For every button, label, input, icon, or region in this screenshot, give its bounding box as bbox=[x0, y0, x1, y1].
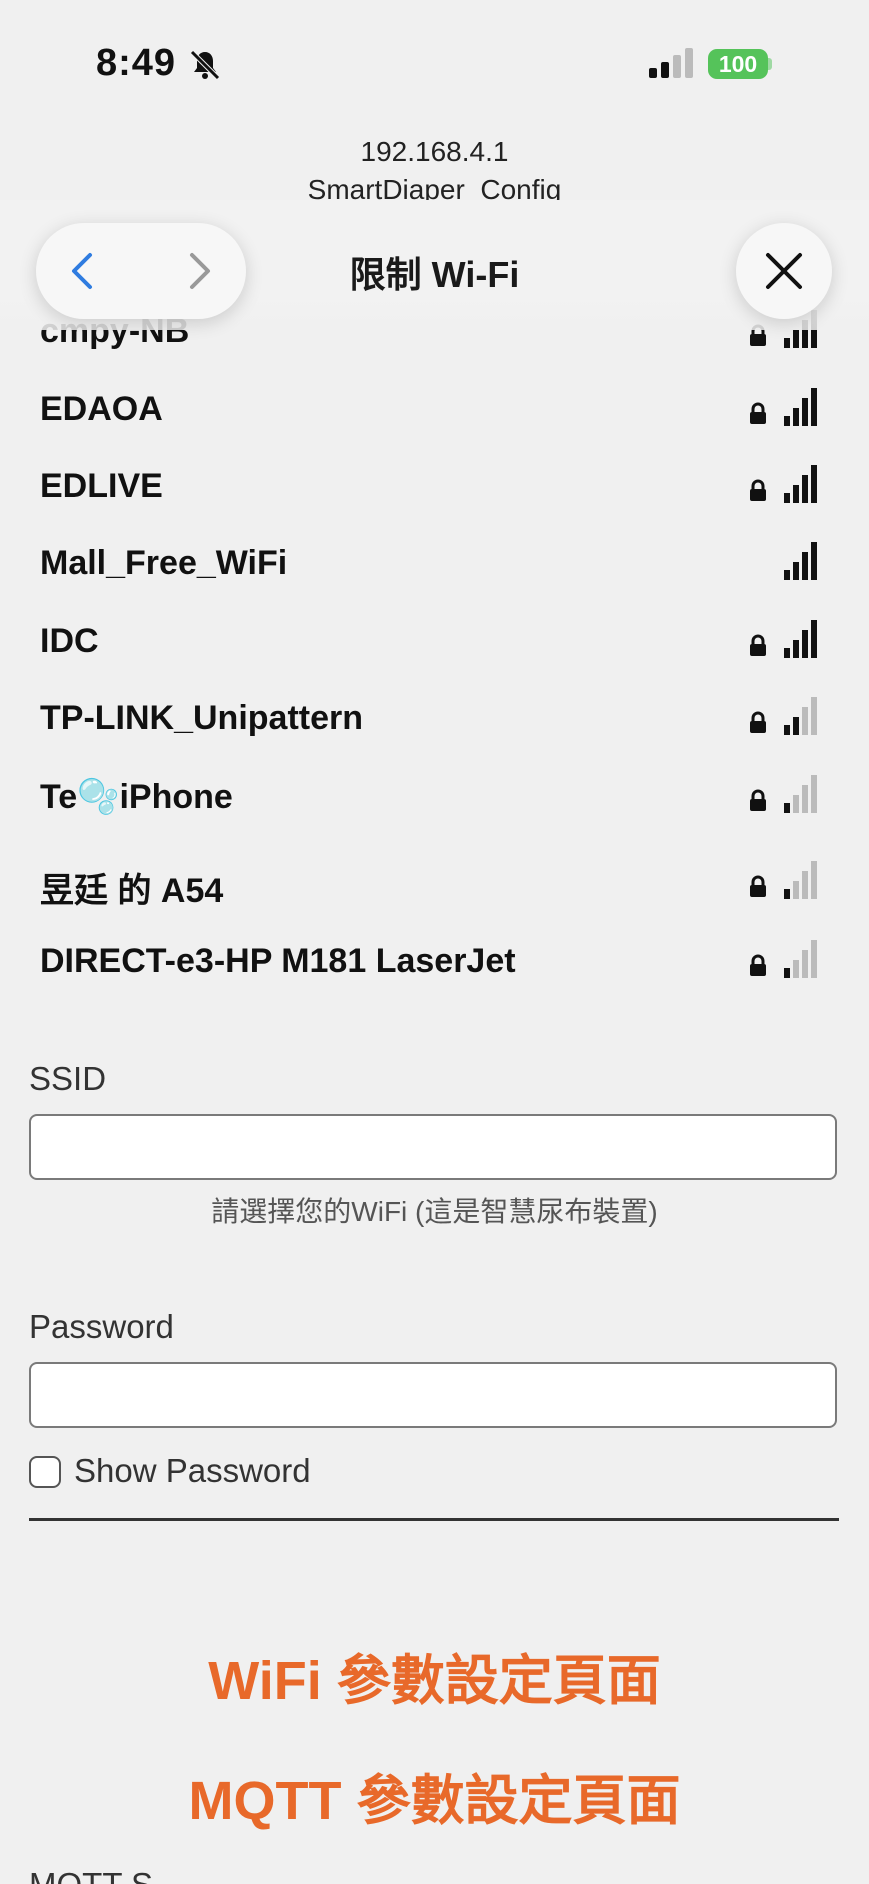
signal-strength-icon bbox=[784, 861, 817, 899]
mqtt-settings-link[interactable]: MQTT 參數設定頁面 bbox=[0, 1756, 869, 1835]
url-page-title: SmartDiaper_Config bbox=[307, 174, 562, 200]
show-password-label[interactable]: Show Password bbox=[74, 1452, 311, 1490]
wifi-network-name: IDC bbox=[40, 622, 99, 660]
lock-icon bbox=[750, 634, 766, 656]
form-divider bbox=[29, 1518, 839, 1521]
status-time: 8:49 bbox=[96, 42, 177, 84]
lock-icon bbox=[750, 479, 766, 501]
wifi-settings-link[interactable]: WiFi 參數設定頁面 bbox=[0, 1636, 869, 1715]
show-password-checkbox[interactable] bbox=[29, 1456, 61, 1488]
mqtt-server-label: MQTT S bbox=[29, 1866, 153, 1884]
signal-strength-icon bbox=[784, 388, 817, 426]
lock-icon bbox=[750, 954, 766, 976]
signal-strength-icon bbox=[784, 697, 817, 735]
lock-icon bbox=[750, 402, 766, 424]
lock-icon bbox=[750, 875, 766, 897]
signal-strength-icon bbox=[784, 940, 817, 978]
close-button[interactable] bbox=[736, 223, 832, 319]
signal-strength-icon bbox=[784, 620, 817, 658]
password-input[interactable] bbox=[29, 1362, 837, 1428]
wifi-network-item[interactable]: Mall_Free_WiFi bbox=[0, 534, 869, 594]
wifi-network-item[interactable]: 昱廷 的 A54 bbox=[0, 853, 869, 913]
signal-strength-icon bbox=[784, 465, 817, 503]
wifi-network-item[interactable]: EDLIVE bbox=[0, 457, 869, 517]
cellular-signal-icon bbox=[649, 48, 693, 78]
status-bar: 8:49 100 192.168.4.1 SmartDiaper_Config bbox=[0, 0, 869, 200]
ssid-label: SSID bbox=[29, 1060, 107, 1097]
wifi-network-name: EDAOA bbox=[40, 390, 163, 428]
wifi-network-name: Mall_Free_WiFi bbox=[40, 544, 288, 582]
signal-strength-icon bbox=[784, 775, 817, 813]
battery-tip bbox=[768, 58, 772, 70]
wifi-network-name: Te🫧iPhone bbox=[40, 778, 233, 816]
battery-indicator: 100 bbox=[708, 49, 768, 79]
ssid-input[interactable] bbox=[29, 1114, 837, 1180]
wifi-network-item[interactable]: IDC bbox=[0, 612, 869, 672]
password-label: Password bbox=[29, 1308, 174, 1345]
lock-icon bbox=[750, 711, 766, 733]
wifi-network-item[interactable]: EDAOA bbox=[0, 380, 869, 440]
close-icon bbox=[766, 253, 802, 289]
signal-strength-icon bbox=[784, 542, 817, 580]
wifi-network-item[interactable]: Te🫧iPhone bbox=[0, 767, 869, 827]
wifi-network-name: DIRECT-e3-HP M181 LaserJet bbox=[40, 942, 516, 980]
wifi-network-name: 昱廷 的 A54 bbox=[40, 872, 224, 910]
lock-icon bbox=[750, 789, 766, 811]
ssid-hint: 請選擇您的WiFi (這是智慧尿布裝置) bbox=[211, 1196, 658, 1227]
wifi-network-item[interactable]: TP-LINK_Unipattern bbox=[0, 689, 869, 749]
bell-slash-icon bbox=[190, 50, 220, 80]
wifi-network-item[interactable]: DIRECT-e3-HP M181 LaserJet bbox=[0, 932, 869, 992]
wifi-network-name: TP-LINK_Unipattern bbox=[40, 699, 363, 737]
url-host: 192.168.4.1 bbox=[360, 136, 509, 167]
wifi-network-name: EDLIVE bbox=[40, 467, 163, 505]
